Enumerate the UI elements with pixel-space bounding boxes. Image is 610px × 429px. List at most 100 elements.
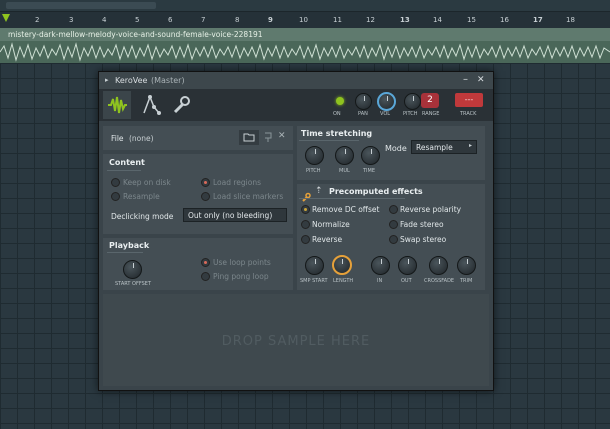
tab-settings[interactable] — [167, 91, 195, 119]
file-label: File — [111, 134, 124, 143]
declicking-mode-dropdown[interactable]: Out only (no bleeding) — [183, 208, 287, 222]
stretch-time-label: TIME — [363, 168, 376, 174]
audio-clip-waveform[interactable] — [0, 41, 610, 63]
normalize-toggle[interactable] — [301, 220, 310, 229]
ping-pong-loop-label: Ping pong loop — [213, 272, 269, 281]
track-selector[interactable]: --- — [455, 93, 483, 107]
use-loop-points-label: Use loop points — [213, 258, 271, 267]
playback-header: Playback — [109, 241, 150, 250]
range-label: RANGE — [422, 111, 440, 117]
scroll-thumb[interactable] — [6, 2, 156, 9]
load-regions-toggle[interactable] — [201, 178, 210, 187]
crossfade-label: CROSSFADE — [424, 278, 455, 284]
out-knob[interactable] — [398, 256, 417, 275]
stretch-mul-knob[interactable] — [335, 146, 354, 165]
length-knob[interactable] — [332, 255, 352, 275]
load-regions-label: Load regions — [213, 178, 262, 187]
ruler-tick: 5 — [135, 16, 140, 24]
smp-start-knob[interactable] — [305, 256, 324, 275]
ruler-tick: 4 — [102, 16, 107, 24]
ruler-tick: 13 — [400, 16, 410, 24]
stretch-pitch-knob[interactable] — [305, 146, 324, 165]
playhead-marker[interactable] — [2, 14, 10, 22]
pan-label: PAN — [358, 111, 368, 117]
ruler-tick: 10 — [299, 16, 308, 24]
waveform-graphic — [0, 42, 610, 62]
tab-envelope[interactable] — [137, 91, 165, 119]
normalize-label: Normalize — [312, 220, 350, 229]
ruler-tick: 14 — [433, 16, 442, 24]
reverse-label: Reverse — [312, 235, 343, 244]
time-stretching-header: Time stretching — [301, 129, 373, 138]
load-slice-markers-toggle[interactable] — [201, 192, 210, 201]
reverse-toggle[interactable] — [301, 235, 310, 244]
kerovee-plugin-window: ▸ KeroVee (Master) – ✕ ON PAN VOL PITCH … — [98, 71, 494, 391]
on-label: ON — [333, 111, 341, 117]
reverse-polarity-toggle[interactable] — [389, 205, 398, 214]
out-label: OUT — [401, 278, 412, 284]
range-value[interactable]: 2 — [421, 93, 439, 108]
playback-divider — [107, 252, 143, 253]
minimize-button[interactable]: – — [463, 71, 468, 88]
folder-icon — [243, 133, 255, 142]
in-knob[interactable] — [371, 256, 390, 275]
start-offset-label: START OFFSET — [115, 281, 152, 287]
start-offset-knob[interactable] — [123, 260, 142, 279]
fade-stereo-toggle[interactable] — [389, 220, 398, 229]
resample-toggle[interactable] — [111, 192, 120, 201]
load-slice-markers-label: Load slice markers — [213, 192, 284, 201]
keep-on-disk-toggle[interactable] — [111, 178, 120, 187]
overview-strip[interactable] — [0, 0, 610, 12]
close-button[interactable]: ✕ — [477, 72, 485, 89]
content-divider — [107, 170, 141, 171]
ruler-tick: 17 — [533, 16, 543, 24]
wrench-icon — [173, 96, 190, 114]
clear-file-button[interactable]: ✕ — [278, 131, 286, 141]
envelope-icon — [143, 94, 161, 115]
plugin-title-suffix: (Master) — [151, 76, 185, 85]
content-panel: Content Keep on disk Resample Load regio… — [103, 154, 293, 234]
arrow-up-icon[interactable]: ⇡ — [315, 186, 323, 196]
timeline-ruler[interactable]: 2 3 4 5 6 7 8 9 10 11 12 13 14 15 16 17 … — [0, 12, 610, 28]
ruler-tick: 16 — [500, 16, 509, 24]
length-label: LENGTH — [333, 278, 354, 284]
reverse-polarity-label: Reverse polarity — [400, 205, 462, 214]
plugin-toolbar: ON PAN VOL PITCH 2 RANGE --- TRACK — [99, 89, 493, 121]
use-loop-points-toggle[interactable] — [201, 258, 210, 267]
stretch-pitch-label: PITCH — [306, 168, 321, 174]
pan-knob[interactable] — [355, 93, 372, 110]
ruler-tick: 8 — [235, 16, 240, 24]
drop-sample-area[interactable]: DROP SAMPLE HERE — [103, 294, 489, 386]
vol-knob[interactable] — [377, 92, 396, 111]
plugin-title: KeroVee — [115, 76, 148, 85]
sample-browser-button[interactable] — [261, 130, 275, 145]
file-value: (none) — [129, 134, 154, 143]
drop-sample-text: DROP SAMPLE HERE — [221, 334, 371, 349]
trim-knob[interactable] — [457, 256, 476, 275]
caret-right-icon[interactable]: ▸ — [105, 72, 109, 89]
stretch-mul-label: MUL — [339, 168, 350, 174]
time-stretching-divider — [299, 140, 359, 141]
ruler-tick: 12 — [366, 16, 375, 24]
tab-sample[interactable] — [103, 91, 131, 119]
ruler-tick: 11 — [333, 16, 342, 24]
on-led[interactable] — [336, 97, 344, 105]
ruler-tick: 9 — [268, 16, 273, 24]
swap-stereo-toggle[interactable] — [389, 235, 398, 244]
ruler-tick: 18 — [566, 16, 575, 24]
stretch-time-knob[interactable] — [361, 146, 380, 165]
time-stretching-panel: Time stretching PITCH MUL TIME Mode Resa… — [297, 126, 485, 180]
precomputed-header: Precomputed effects — [329, 187, 423, 196]
declicking-label: Declicking mode — [111, 212, 174, 221]
ping-pong-loop-toggle[interactable] — [201, 272, 210, 281]
remove-dc-label: Remove DC offset — [312, 205, 380, 214]
remove-dc-toggle[interactable] — [301, 205, 310, 214]
plugin-titlebar[interactable]: ▸ KeroVee (Master) – ✕ — [99, 72, 493, 89]
pitch-knob[interactable] — [404, 93, 421, 110]
content-header: Content — [109, 158, 145, 167]
stretch-mode-dropdown[interactable]: Resample — [411, 140, 477, 154]
crossfade-knob[interactable] — [429, 256, 448, 275]
audio-clip-header[interactable]: mistery-dark-mellow-melody-voice-and-sou… — [0, 28, 610, 41]
open-file-button[interactable] — [239, 130, 259, 145]
ruler-tick: 2 — [35, 16, 40, 24]
